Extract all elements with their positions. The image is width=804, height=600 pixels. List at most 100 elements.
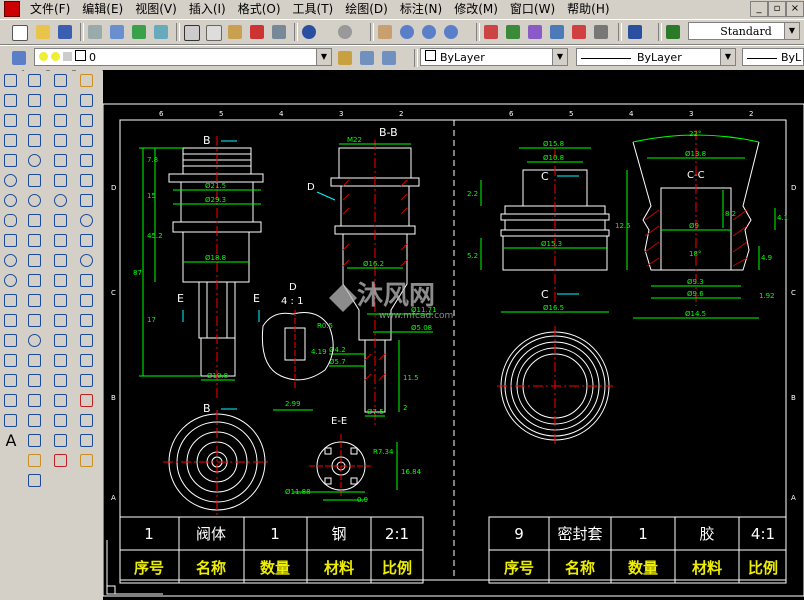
lineweight-select[interactable]: ByL <box>742 48 804 66</box>
snap-midpoint-icon[interactable] <box>77 131 97 150</box>
zoom-realtime-icon[interactable] <box>398 23 416 41</box>
osnap-settings-icon[interactable] <box>77 391 97 410</box>
jogged-dimension-icon[interactable] <box>25 171 45 190</box>
polyline-icon[interactable] <box>1 111 21 130</box>
markup-icon[interactable] <box>570 23 588 41</box>
layer-manager-icon[interactable] <box>10 49 28 67</box>
rectangle-icon[interactable] <box>1 151 21 170</box>
scale-icon[interactable] <box>51 211 71 230</box>
menu-view[interactable]: 视图(V) <box>129 0 183 18</box>
break-at-point-icon[interactable] <box>51 291 71 310</box>
copy-icon[interactable] <box>204 23 222 41</box>
text-icon[interactable] <box>25 431 45 450</box>
break-icon[interactable] <box>51 311 71 330</box>
polygon-icon[interactable] <box>1 131 21 150</box>
block-editor-icon[interactable] <box>270 23 288 41</box>
linetype-select[interactable]: ByLayer ▼ <box>576 48 736 66</box>
continue-dimension-icon[interactable] <box>25 271 45 290</box>
redo-icon[interactable] <box>336 23 354 41</box>
layer-select[interactable]: 0 ▼ <box>34 48 332 66</box>
construction-line-icon[interactable] <box>1 91 21 110</box>
attribute-edit-icon[interactable] <box>51 431 71 450</box>
chevron-down-icon[interactable]: ▼ <box>784 23 799 39</box>
chevron-down-icon[interactable]: ▼ <box>316 49 331 65</box>
array-icon[interactable] <box>51 151 71 170</box>
snap-tangent-icon[interactable] <box>77 251 97 270</box>
snap-intersection-icon[interactable] <box>77 151 97 170</box>
snap-perpendicular-icon[interactable] <box>77 271 97 290</box>
radius-dimension-icon[interactable] <box>25 151 45 170</box>
circle-icon[interactable] <box>1 191 21 210</box>
angular-dimension-icon[interactable] <box>25 211 45 230</box>
text-style-select[interactable]: Standard ▼ <box>688 22 800 40</box>
menu-modify[interactable]: 修改(M) <box>448 0 504 18</box>
offset-icon[interactable] <box>51 131 71 150</box>
table-icon[interactable] <box>1 411 21 430</box>
ellipse-icon[interactable] <box>1 251 21 270</box>
color-select[interactable]: ByLayer ▼ <box>420 48 568 66</box>
plot-preview-icon[interactable] <box>108 23 126 41</box>
dimension-text-edit-icon[interactable] <box>25 371 45 390</box>
model-space-canvas[interactable]: 6543265432 DCBA DCBA Ø21.5 Ø29.3 Ø18.8 Ø… <box>103 70 804 600</box>
pan-icon[interactable] <box>376 23 394 41</box>
zoom-window-icon[interactable] <box>420 23 438 41</box>
3d-dwf-icon[interactable] <box>152 23 170 41</box>
help-icon[interactable] <box>626 23 644 41</box>
match-properties-icon[interactable] <box>248 23 266 41</box>
chevron-down-icon[interactable]: ▼ <box>720 49 735 65</box>
spline-icon[interactable] <box>1 231 21 250</box>
dimension-style-icon[interactable] <box>25 411 45 430</box>
diameter-dimension-icon[interactable] <box>25 191 45 210</box>
region-icon[interactable] <box>1 391 21 410</box>
save-icon[interactable] <box>56 23 74 41</box>
stretch-icon[interactable] <box>51 231 71 250</box>
quick-dimension-icon[interactable] <box>25 231 45 250</box>
tool-palettes-icon[interactable] <box>526 23 544 41</box>
gradient-icon[interactable] <box>1 371 21 390</box>
menu-tools[interactable]: 工具(T) <box>287 0 340 18</box>
snap-endpoint-icon[interactable] <box>77 111 97 130</box>
snap-3d-icon[interactable] <box>77 411 97 430</box>
edit-polyline-icon[interactable] <box>51 411 71 430</box>
aligned-dimension-icon[interactable] <box>25 91 45 110</box>
properties-icon[interactable] <box>482 23 500 41</box>
snap-pointfilter-icon[interactable] <box>77 431 97 450</box>
close-icon[interactable]: × <box>786 1 804 17</box>
point-icon[interactable] <box>1 331 21 350</box>
make-block-icon[interactable] <box>1 311 21 330</box>
arc-length-icon[interactable] <box>25 111 45 130</box>
menu-format[interactable]: 格式(O) <box>232 0 287 18</box>
design-center-icon[interactable] <box>504 23 522 41</box>
measure-icon[interactable] <box>25 471 45 490</box>
menu-dimension[interactable]: 标注(N) <box>394 0 448 18</box>
snap-quadrant-icon[interactable] <box>77 231 97 250</box>
move-icon[interactable] <box>51 171 71 190</box>
linear-dimension-icon[interactable] <box>25 71 45 90</box>
quick-leader-icon[interactable] <box>25 291 45 310</box>
menu-window[interactable]: 窗口(W) <box>504 0 561 18</box>
snap-node-icon[interactable] <box>77 331 97 350</box>
chevron-down-icon[interactable]: ▼ <box>552 49 567 65</box>
mirror-icon[interactable] <box>51 111 71 130</box>
chamfer-icon[interactable] <box>51 351 71 370</box>
magnet-icon[interactable] <box>51 451 71 470</box>
baseline-dimension-icon[interactable] <box>25 251 45 270</box>
tolerance-icon[interactable] <box>25 311 45 330</box>
menu-draw[interactable]: 绘图(D) <box>339 0 394 18</box>
join-icon[interactable] <box>51 331 71 350</box>
line-icon[interactable] <box>1 71 21 90</box>
minimize-icon[interactable]: _ <box>750 1 768 17</box>
layer-states-icon[interactable] <box>380 49 398 67</box>
snap-parallel-icon[interactable] <box>77 291 97 310</box>
ordinate-dimension-icon[interactable] <box>25 131 45 150</box>
sheet-set-icon[interactable] <box>548 23 566 41</box>
new-file-icon[interactable] <box>10 23 28 41</box>
cut-icon[interactable] <box>182 23 200 41</box>
explode-icon[interactable] <box>51 391 71 410</box>
menu-edit[interactable]: 编辑(E) <box>76 0 129 18</box>
snap-temporary-icon[interactable] <box>77 71 97 90</box>
snap-extension-icon[interactable] <box>77 191 97 210</box>
snap-from-icon[interactable] <box>77 91 97 110</box>
dimension-edit-icon[interactable] <box>25 351 45 370</box>
arc-icon[interactable] <box>1 171 21 190</box>
